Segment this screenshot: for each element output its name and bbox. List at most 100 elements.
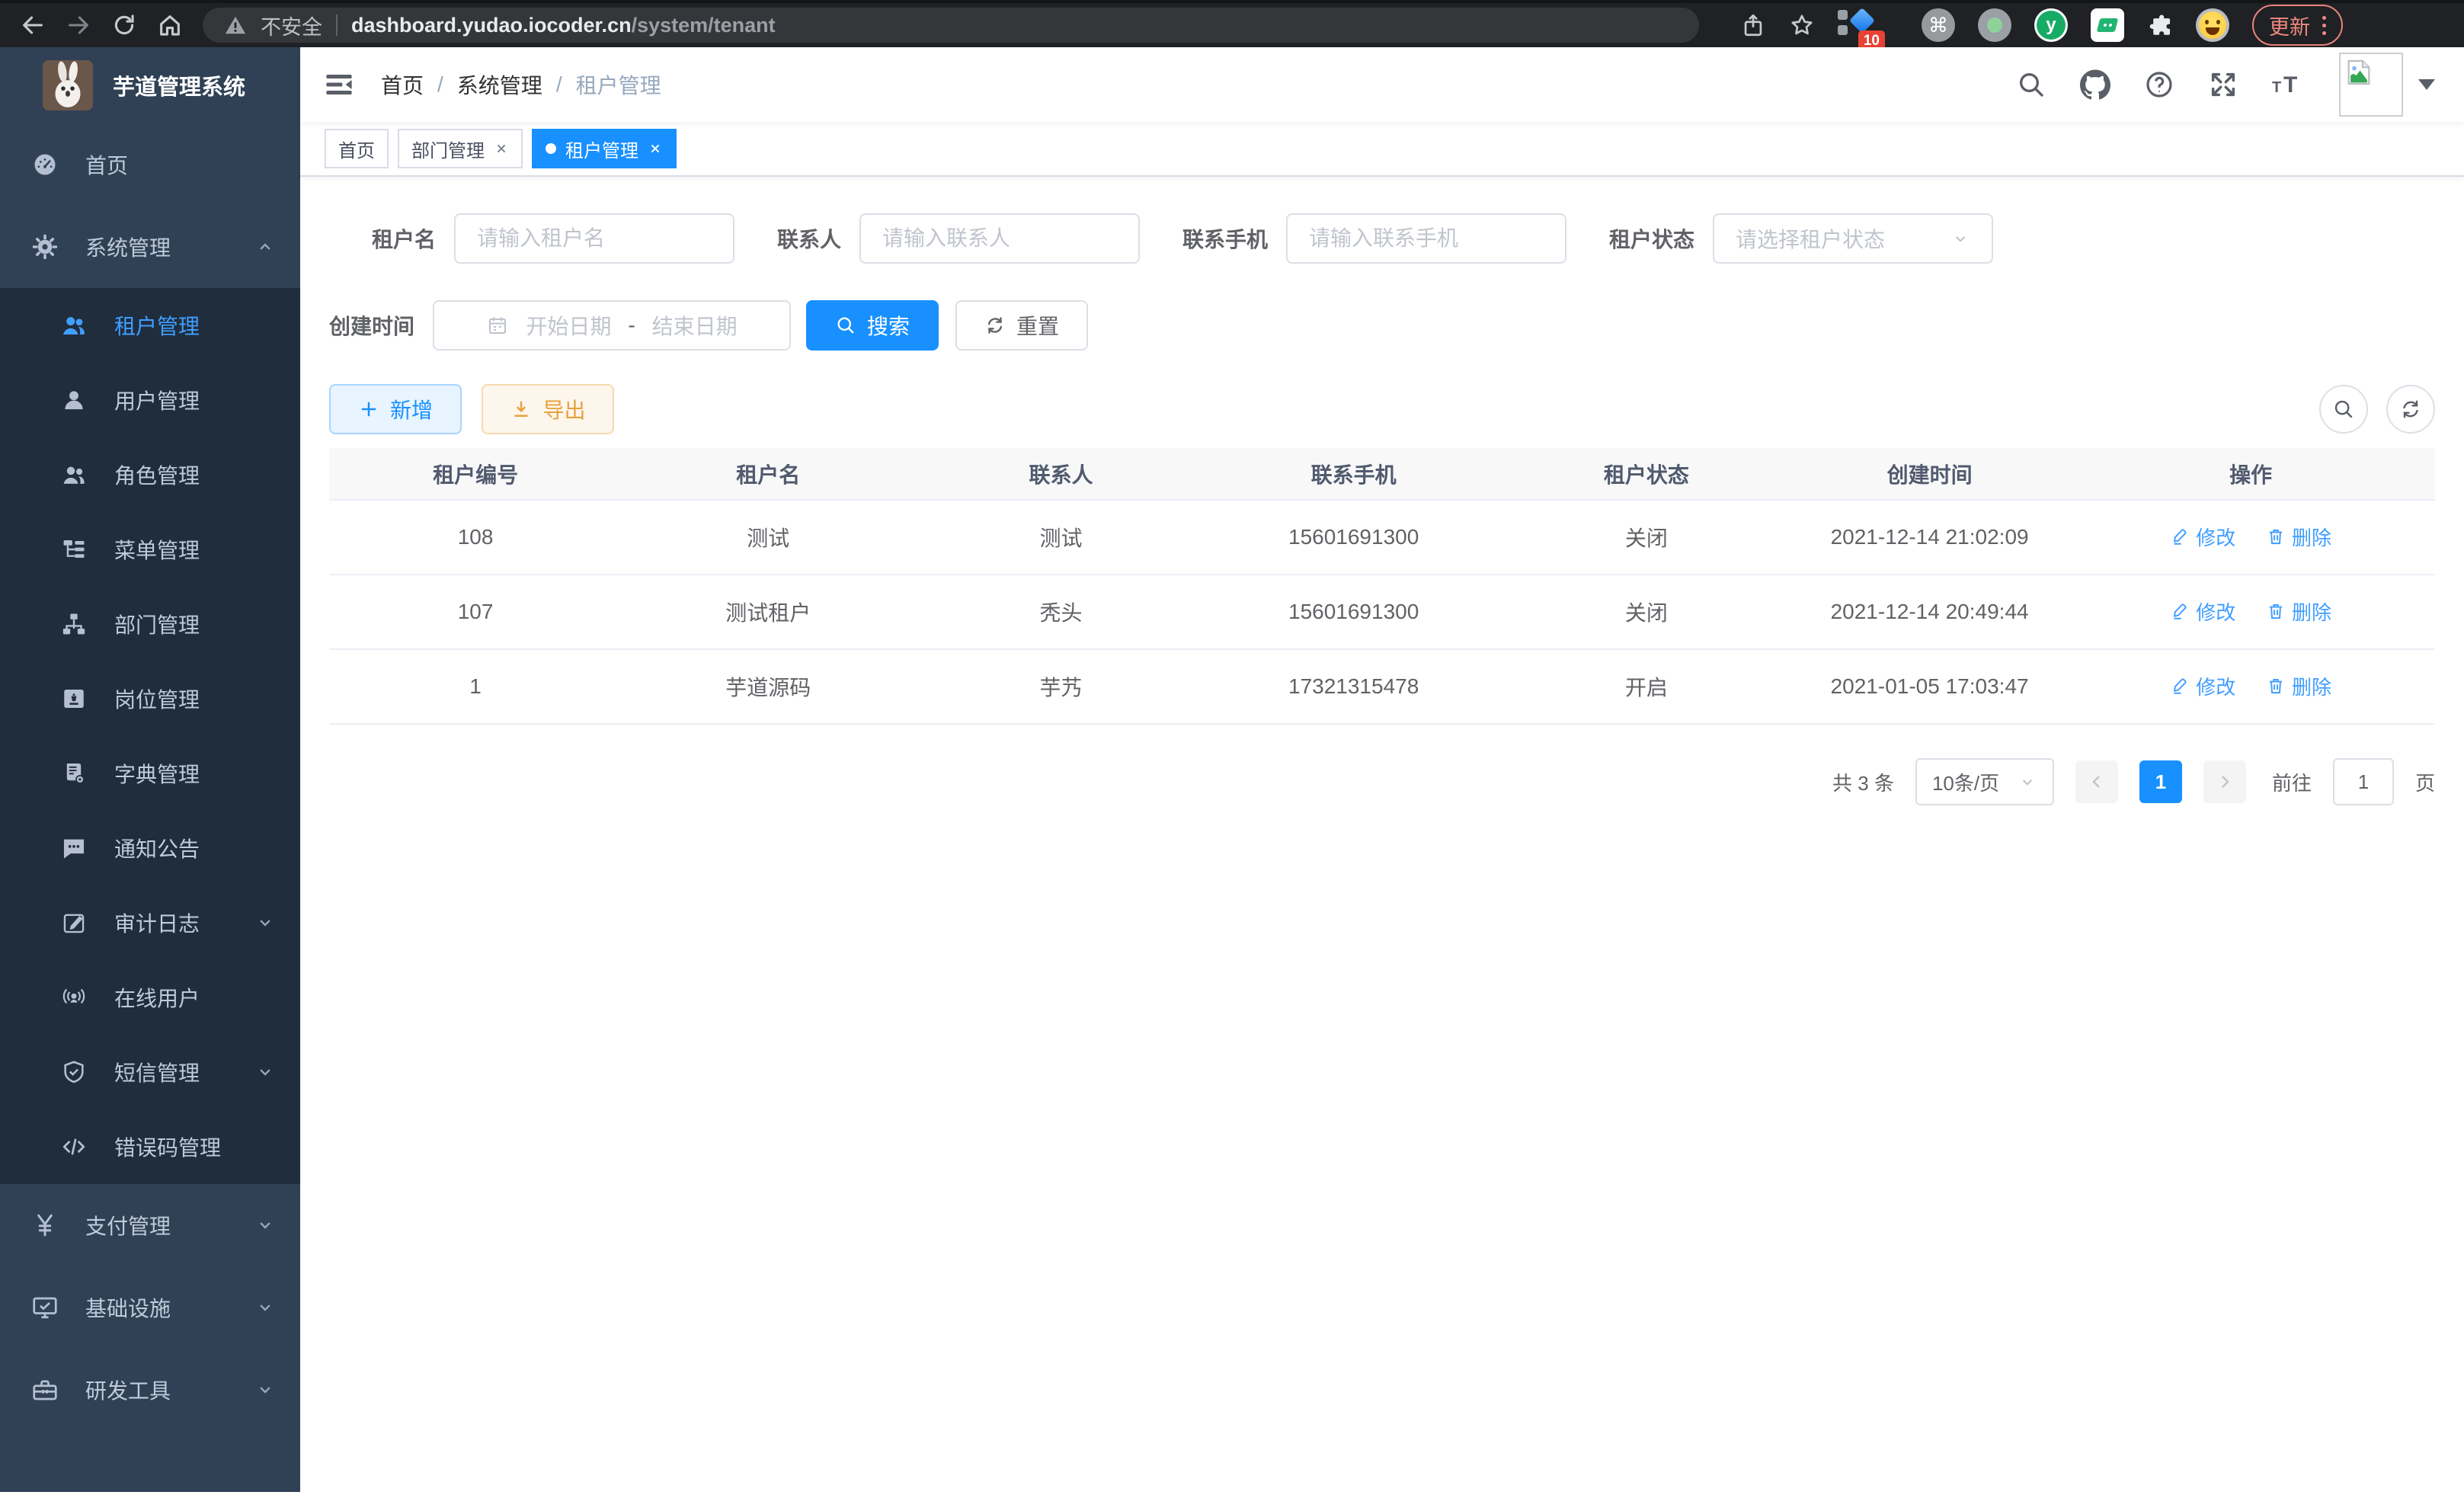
share-icon[interactable] bbox=[1740, 12, 1766, 38]
page-size-select[interactable]: 10条/页 bbox=[1915, 758, 2054, 805]
pagination: 共 3 条 10条/页 1 前往 页 bbox=[329, 758, 2435, 805]
extensions-puzzle-icon[interactable] bbox=[2147, 12, 2173, 38]
sidebar-item-tenant[interactable]: 租户管理 bbox=[0, 288, 300, 363]
mobile-input[interactable] bbox=[1309, 226, 1544, 251]
extension-command-icon[interactable]: ⌘ bbox=[1922, 8, 1955, 42]
cell-mobile: 17321315478 bbox=[1208, 649, 1500, 724]
edit-pencil-icon bbox=[2170, 601, 2190, 621]
browser-update-button[interactable]: 更新 bbox=[2252, 5, 2343, 46]
tab-tenant[interactable]: 租户管理 bbox=[532, 129, 677, 168]
sidebar-item-user[interactable]: 用户管理 bbox=[0, 363, 300, 437]
edit-link[interactable]: 修改 bbox=[2170, 672, 2235, 700]
status-label: 租户状态 bbox=[1609, 223, 1694, 254]
bookmark-star-icon[interactable] bbox=[1789, 12, 1815, 38]
user-avatar[interactable] bbox=[2339, 53, 2403, 117]
status-select[interactable]: 请选择租户状态 bbox=[1713, 213, 1993, 264]
page-content: 租户名 联系人 联系手机 租户状态 请选择租户状态 bbox=[300, 177, 2464, 1492]
avatar-caret-icon[interactable] bbox=[2418, 79, 2435, 90]
browser-forward-icon[interactable] bbox=[66, 12, 91, 38]
close-icon[interactable] bbox=[648, 141, 663, 156]
next-page-button[interactable] bbox=[2203, 760, 2246, 803]
sidebar-item-sms[interactable]: 短信管理 bbox=[0, 1035, 300, 1109]
sidebar-item-label: 通知公告 bbox=[114, 833, 200, 863]
goto-page-input[interactable] bbox=[2333, 758, 2394, 805]
active-tab-dot bbox=[546, 143, 556, 154]
sidebar-item-dev-tools[interactable]: 研发工具 bbox=[0, 1349, 300, 1431]
breadcrumb-system[interactable]: 系统管理 bbox=[457, 69, 542, 100]
sidebar-item-error-code[interactable]: 错误码管理 bbox=[0, 1109, 300, 1184]
tab-dept[interactable]: 部门管理 bbox=[398, 129, 523, 168]
edit-pencil-icon bbox=[2170, 527, 2190, 546]
create-time-label: 创建时间 bbox=[329, 310, 414, 341]
edit-link[interactable]: 修改 bbox=[2170, 597, 2235, 626]
search-icon bbox=[2332, 398, 2355, 421]
tenant-name-input[interactable] bbox=[477, 226, 712, 251]
browser-menu-icon[interactable] bbox=[2322, 16, 2326, 35]
sidebar-item-notice[interactable]: 通知公告 bbox=[0, 811, 300, 885]
sidebar-item-home[interactable]: 首页 bbox=[0, 123, 300, 206]
cell-mobile: 15601691300 bbox=[1208, 575, 1500, 649]
sidebar-item-payment[interactable]: 支付管理 bbox=[0, 1184, 300, 1266]
col-tenant-id: 租户编号 bbox=[329, 448, 622, 500]
col-status: 租户状态 bbox=[1500, 448, 1793, 500]
table-toolbar: 新增 导出 bbox=[329, 384, 2435, 434]
app-logo[interactable]: 芋道管理系统 bbox=[0, 47, 300, 123]
sidebar-item-audit-log[interactable]: 审计日志 bbox=[0, 885, 300, 960]
trash-icon bbox=[2266, 676, 2286, 696]
sidebar-item-online-users[interactable]: 在线用户 bbox=[0, 960, 300, 1035]
cell-contact: 芋艿 bbox=[914, 649, 1207, 724]
close-icon[interactable] bbox=[494, 141, 509, 156]
cell-created: 2021-01-05 17:03:47 bbox=[1793, 649, 2066, 724]
breadcrumb-home[interactable]: 首页 bbox=[381, 69, 424, 100]
goto-label: 前往 bbox=[2272, 768, 2312, 796]
help-icon[interactable] bbox=[2144, 69, 2174, 100]
page-number-1[interactable]: 1 bbox=[2139, 760, 2182, 803]
cell-mobile: 15601691300 bbox=[1208, 500, 1500, 575]
browser-actions: 10 ⌘ y 更新 bbox=[1740, 5, 2343, 46]
breadcrumb-separator: / bbox=[437, 72, 443, 97]
toggle-search-button[interactable] bbox=[2319, 385, 2368, 434]
refresh-table-button[interactable] bbox=[2386, 385, 2435, 434]
header-search-icon[interactable] bbox=[2016, 69, 2046, 100]
sidebar-item-infrastructure[interactable]: 基础设施 bbox=[0, 1266, 300, 1349]
tab-home[interactable]: 首页 bbox=[325, 129, 389, 168]
breadcrumb-current: 租户管理 bbox=[576, 69, 661, 100]
sidebar-item-menu[interactable]: 菜单管理 bbox=[0, 512, 300, 587]
sidebar-collapse-icon[interactable] bbox=[323, 69, 355, 101]
add-button[interactable]: 新增 bbox=[329, 384, 462, 434]
sidebar-item-dept[interactable]: 部门管理 bbox=[0, 587, 300, 661]
fullscreen-icon[interactable] bbox=[2208, 69, 2238, 100]
export-button[interactable]: 导出 bbox=[482, 384, 614, 434]
sidebar-item-label: 用户管理 bbox=[114, 385, 200, 415]
chevron-right-icon bbox=[2216, 773, 2234, 791]
browser-reload-icon[interactable] bbox=[111, 12, 137, 38]
reset-button[interactable]: 重置 bbox=[955, 300, 1088, 351]
delete-link[interactable]: 删除 bbox=[2266, 672, 2331, 700]
address-bar[interactable]: 不安全 dashboard.yudao.iocoder.cn/system/te… bbox=[203, 8, 1699, 43]
prev-page-button[interactable] bbox=[2075, 760, 2118, 803]
edit-link[interactable]: 修改 bbox=[2170, 523, 2235, 551]
extension-record-icon[interactable] bbox=[1978, 8, 2011, 42]
sidebar-item-role[interactable]: 角色管理 bbox=[0, 437, 300, 512]
extension-chat-icon[interactable] bbox=[2091, 8, 2124, 42]
sidebar-item-dict[interactable]: 字典管理 bbox=[0, 736, 300, 811]
github-icon[interactable] bbox=[2080, 69, 2110, 100]
browser-back-icon[interactable] bbox=[20, 12, 46, 38]
sidebar-item-post[interactable]: 岗位管理 bbox=[0, 661, 300, 736]
delete-link[interactable]: 删除 bbox=[2266, 597, 2331, 626]
search-button[interactable]: 搜索 bbox=[806, 300, 939, 351]
browser-home-icon[interactable] bbox=[157, 12, 183, 38]
contact-input[interactable] bbox=[882, 226, 1117, 251]
delete-link[interactable]: 删除 bbox=[2266, 523, 2331, 551]
gear-icon bbox=[30, 232, 59, 261]
extension-tag-assistant-icon[interactable]: 10 bbox=[1838, 8, 1876, 42]
sidebar-item-label: 研发工具 bbox=[85, 1375, 171, 1405]
svg-text:T: T bbox=[2283, 72, 2297, 98]
create-time-range-picker[interactable]: 开始日期 - 结束日期 bbox=[433, 300, 791, 351]
extension-y-icon[interactable]: y bbox=[2034, 8, 2068, 42]
profile-avatar-icon[interactable] bbox=[2196, 8, 2229, 42]
font-size-icon[interactable]: TT bbox=[2272, 69, 2302, 100]
cell-status: 关闭 bbox=[1500, 500, 1793, 575]
security-label[interactable]: 不安全 bbox=[261, 11, 322, 40]
sidebar-item-system[interactable]: 系统管理 bbox=[0, 206, 300, 288]
